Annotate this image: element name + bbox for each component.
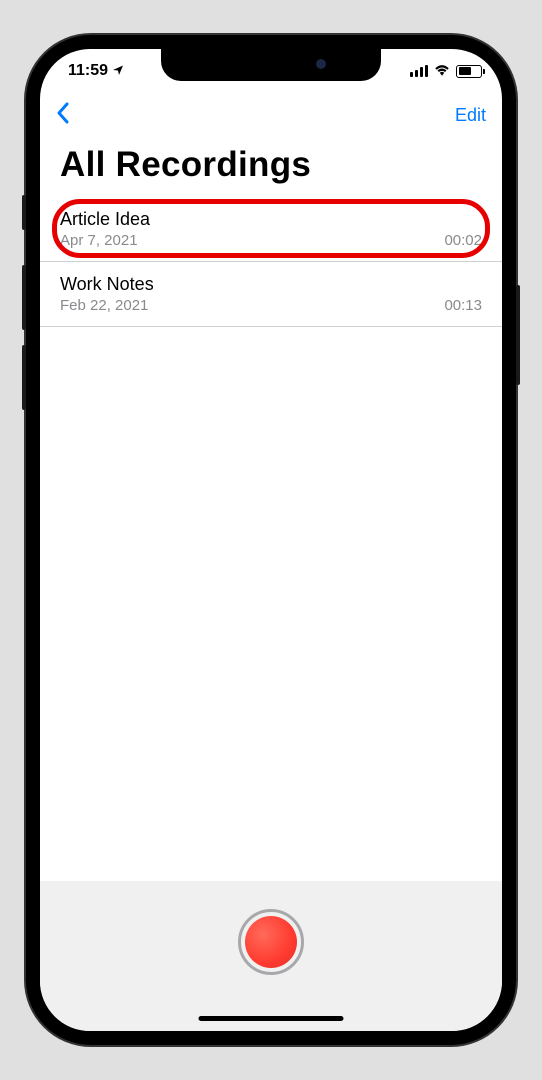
home-indicator[interactable] [199, 1016, 344, 1021]
recording-duration: 00:13 [444, 297, 482, 314]
record-icon [245, 916, 297, 968]
mute-switch [22, 195, 26, 230]
bottom-toolbar [40, 881, 502, 1031]
battery-icon [456, 65, 482, 78]
recording-title: Work Notes [60, 274, 482, 295]
phone-frame: 11:59 Edit Al [26, 35, 516, 1045]
recording-title: Article Idea [60, 209, 482, 230]
nav-bar: Edit [40, 93, 502, 137]
recording-date: Feb 22, 2021 [60, 297, 148, 314]
power-button [516, 285, 520, 385]
record-button[interactable] [238, 909, 304, 975]
volume-up-button [22, 265, 26, 330]
edit-button[interactable]: Edit [455, 105, 486, 126]
status-left: 11:59 [68, 62, 124, 80]
recording-row[interactable]: Article Idea Apr 7, 2021 00:02 [40, 197, 502, 262]
page-title: All Recordings [40, 137, 502, 197]
recording-duration: 00:02 [444, 232, 482, 249]
notch [161, 49, 381, 81]
cellular-signal-icon [410, 65, 428, 77]
recording-date: Apr 7, 2021 [60, 232, 138, 249]
status-right [410, 62, 482, 81]
wifi-icon [433, 62, 451, 81]
screen: 11:59 Edit Al [40, 49, 502, 1031]
recordings-list: Article Idea Apr 7, 2021 00:02 Work Note… [40, 197, 502, 881]
status-time: 11:59 [68, 62, 108, 80]
volume-down-button [22, 345, 26, 410]
location-icon [112, 64, 124, 79]
recording-row[interactable]: Work Notes Feb 22, 2021 00:13 [40, 262, 502, 327]
back-button[interactable] [56, 99, 70, 131]
